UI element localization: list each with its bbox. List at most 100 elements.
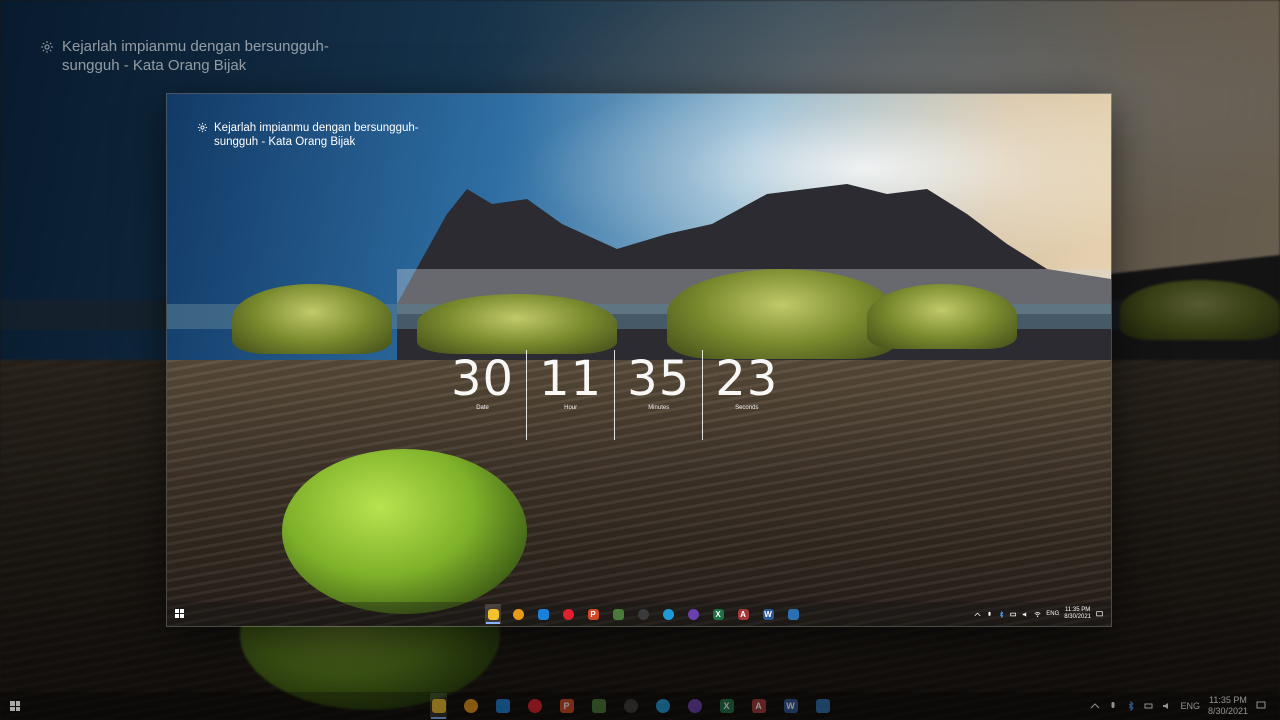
opera-icon <box>562 608 574 620</box>
language-indicator[interactable]: ENG <box>1046 611 1059 617</box>
notification-icon[interactable] <box>1096 610 1103 618</box>
quote-line-1: Kejarlah impianmu dengan bersungguh- <box>214 122 419 134</box>
clock-date-value: 30 <box>451 351 515 407</box>
system-tray: ENG 11:35 PM 8/30/2021 <box>1090 692 1266 720</box>
taskbar-app-teamviewer[interactable] <box>494 693 511 719</box>
battery-icon[interactable] <box>1010 611 1017 618</box>
taskbar-app-opera[interactable] <box>560 604 576 624</box>
notification-icon[interactable] <box>1256 701 1266 711</box>
word-icon: W <box>762 608 774 620</box>
moss-mound <box>282 449 527 614</box>
quote-line-2: sungguh - Kata Orang Bijak <box>62 56 247 74</box>
taskbar-apps: P XA W <box>485 604 801 624</box>
quote-line-1: Kejarlah impianmu dengan bersungguh- <box>62 38 329 55</box>
taskbar-app-powerpoint[interactable]: P <box>558 693 575 719</box>
obs-icon <box>637 608 649 620</box>
file-explorer-icon <box>487 608 499 620</box>
quote-line-2: sungguh - Kata Orang Bijak <box>214 136 356 149</box>
app-green-icon <box>612 608 624 620</box>
wifi-icon[interactable] <box>1034 611 1041 618</box>
taskbar: P X A W ENG 11:35 PM 8/30/2021 <box>167 602 1111 626</box>
taskbar-background: P X A W ENG 11:35 PM 8/30/2021 <box>0 692 1280 720</box>
taskbar-app-app-blue[interactable] <box>785 604 801 624</box>
taskbar-app-powerpoint[interactable]: P <box>585 604 601 624</box>
clock-separator <box>526 350 528 440</box>
clock-separator <box>702 350 704 440</box>
taskbar-apps: PXAW <box>430 693 831 719</box>
chevron-up-icon[interactable] <box>974 611 981 618</box>
taskbar-app-word[interactable]: W <box>782 693 799 719</box>
taskbar-app-app-green[interactable] <box>590 693 607 719</box>
bluetooth-icon[interactable] <box>998 610 1005 618</box>
clock-seconds-value: 23 <box>715 351 779 407</box>
app-blue-icon <box>787 608 799 620</box>
taskbar-app-edge[interactable] <box>654 693 671 719</box>
app-green-icon <box>591 699 606 713</box>
app-purple-icon <box>687 699 702 713</box>
taskbar-app-excel[interactable]: X <box>718 693 735 719</box>
language-indicator[interactable]: ENG <box>1180 701 1200 711</box>
taskbar-app-file-explorer[interactable] <box>430 693 447 719</box>
opera-icon <box>527 699 542 713</box>
quote-widget: Kejarlah impianmu dengan bersungguh- sun… <box>197 121 437 150</box>
taskbar-clock[interactable]: 11:35 PM 8/30/2021 <box>1064 607 1091 621</box>
clock-hour-cell: 11 Hour <box>531 352 610 440</box>
taskbar-app-obs[interactable] <box>622 693 639 719</box>
taskbar-app-access[interactable]: A <box>750 693 767 719</box>
windows-start-icon[interactable] <box>10 701 20 711</box>
taskbar-app-obs[interactable] <box>635 604 651 624</box>
excel-icon: X <box>719 699 734 713</box>
taskbar-app-app-purple[interactable] <box>685 604 701 624</box>
app-triangle-icon <box>463 699 478 713</box>
clock-separator <box>614 350 616 440</box>
windows-start-icon[interactable] <box>175 609 184 618</box>
taskbar-date: 8/30/2021 <box>1207 706 1248 716</box>
access-icon: A <box>737 608 749 620</box>
taskbar-app-app-purple[interactable] <box>686 693 703 719</box>
clock-minutes-cell: 35 Minutes <box>619 352 698 440</box>
taskbar-app-app-blue[interactable] <box>814 693 831 719</box>
powerpoint-icon: P <box>587 608 599 620</box>
taskbar-app-access[interactable]: A <box>735 604 751 624</box>
obs-icon <box>623 699 638 713</box>
app-blue-icon <box>815 699 830 713</box>
taskbar-clock[interactable]: 11:35 PM 8/30/2021 <box>1208 695 1248 717</box>
clock-minutes-value: 35 <box>627 351 691 407</box>
app-purple-icon <box>687 608 699 620</box>
edge-icon <box>655 699 670 713</box>
volume-icon[interactable] <box>1022 611 1029 618</box>
taskbar-app-app-green[interactable] <box>610 604 626 624</box>
gear-icon[interactable] <box>197 122 208 133</box>
gear-icon[interactable] <box>40 40 54 54</box>
taskbar-app-app-triangle[interactable] <box>462 693 479 719</box>
taskbar-app-opera[interactable] <box>526 693 543 719</box>
taskbar-app-file-explorer[interactable] <box>485 604 501 624</box>
grass-tuft <box>417 294 617 354</box>
teamviewer-icon <box>495 699 510 713</box>
edge-icon <box>662 608 674 620</box>
quote-text: Kejarlah impianmu dengan bersungguh- sun… <box>62 38 329 76</box>
taskbar-app-edge[interactable] <box>660 604 676 624</box>
app-triangle-icon <box>512 608 524 620</box>
grass-tuft <box>232 284 392 354</box>
grass-tuft <box>1120 280 1280 340</box>
taskbar-app-app-triangle[interactable] <box>510 604 526 624</box>
access-icon: A <box>751 699 766 713</box>
taskbar-app-teamviewer[interactable] <box>535 604 551 624</box>
grass-tuft <box>867 284 1017 349</box>
word-icon: W <box>783 699 798 713</box>
bluetooth-icon[interactable] <box>1126 701 1136 711</box>
taskbar-date: 8/30/2021 <box>1064 614 1091 620</box>
taskbar-app-excel[interactable]: X <box>710 604 726 624</box>
clock-date-cell: 30 Date <box>443 352 522 440</box>
taskbar-time: 11:35 PM <box>1065 606 1091 613</box>
microphone-icon[interactable] <box>986 611 993 618</box>
powerpoint-icon: P <box>559 699 574 713</box>
taskbar-app-word[interactable]: W <box>760 604 776 624</box>
clock-seconds-cell: 23 Seconds <box>707 352 786 440</box>
battery-icon[interactable] <box>1144 701 1154 711</box>
volume-icon[interactable] <box>1162 701 1172 711</box>
taskbar-time: 11:35 PM <box>1209 695 1247 706</box>
chevron-up-icon[interactable] <box>1090 701 1100 711</box>
microphone-icon[interactable] <box>1108 701 1118 711</box>
